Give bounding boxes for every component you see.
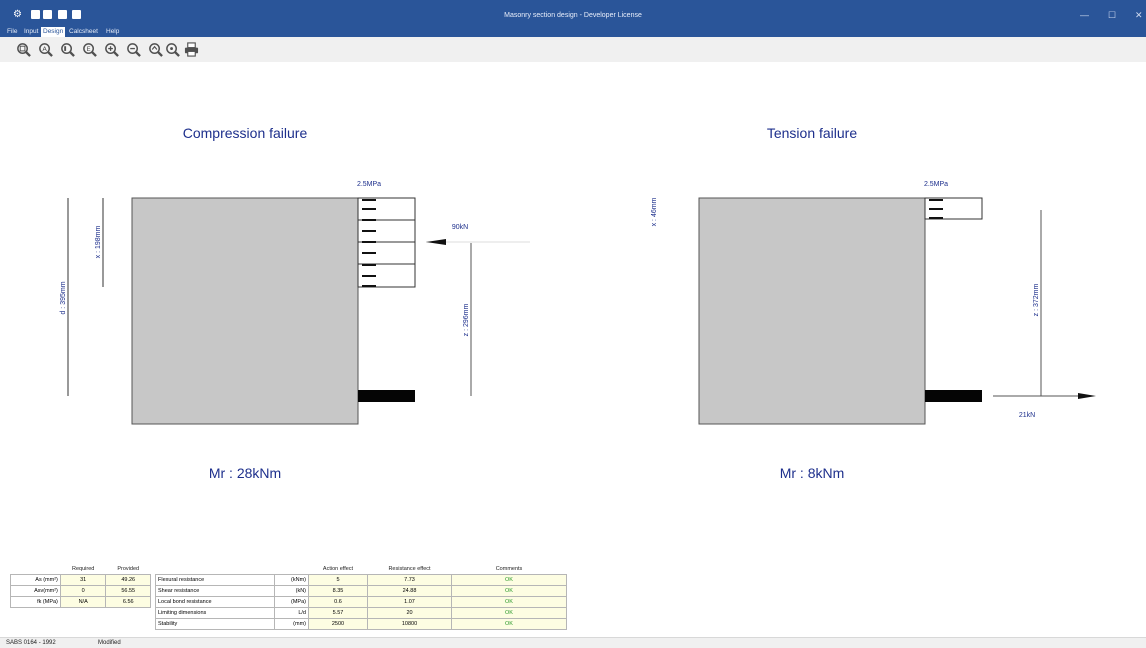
check-unit: (kNm) — [274, 574, 309, 586]
table-row: Shear resistance (kN) 8.35 24.88 OK — [155, 585, 567, 597]
resistance-effect-cell: 7.73 — [367, 574, 452, 586]
toolbar: A E — [0, 37, 1146, 62]
compression-force-label: 90kN — [452, 224, 468, 231]
table-row: Limiting dimensions L/d 5.57 20 OK — [155, 607, 567, 619]
check-unit: L/d — [274, 607, 309, 619]
check-label: Shear resistance — [155, 585, 275, 597]
compression-force-arrow-icon — [426, 239, 446, 245]
check-unit: (MPa) — [274, 596, 309, 608]
check-label: Local bond resistance — [155, 596, 275, 608]
comment-cell: OK — [451, 607, 567, 619]
zoom-all-icon[interactable]: A — [38, 42, 53, 57]
compression-reinforcement-bar — [358, 390, 415, 402]
row-label: Asv(mm²) — [10, 585, 61, 597]
checks-header-action: Action effect — [322, 566, 354, 572]
pan-icon[interactable] — [165, 42, 180, 57]
compression-moment-label: Mr : 28kNm — [209, 465, 281, 481]
action-effect-cell: 2500 — [308, 618, 368, 630]
table-row: fk (MPa) N/A 6.56 — [10, 596, 151, 608]
zoom-previous-icon[interactable] — [148, 42, 163, 57]
table-row: Stability (mm) 2500 10800 OK — [155, 618, 567, 630]
reinforcement-header-provided: Provided — [117, 566, 140, 572]
checks-header-label — [156, 565, 275, 575]
row-label: As (mm²) — [10, 574, 61, 586]
compression-failure-title: Compression failure — [183, 125, 308, 141]
menu-calcsheet[interactable]: Calcsheet — [67, 27, 100, 37]
tension-z-label: z : 372mm — [1033, 283, 1040, 316]
zoom-window-icon[interactable] — [16, 42, 31, 57]
menu-file[interactable]: File — [5, 27, 19, 37]
close-button[interactable]: ✕ — [1135, 10, 1143, 21]
table-row: Flexural resistance (kNm) 5 7.73 OK — [155, 574, 567, 586]
reinforcement-header-required: Required — [72, 566, 95, 572]
compression-d-label: d : 395mm — [60, 281, 67, 314]
zoom-out-icon[interactable] — [126, 42, 141, 57]
tension-failure-title: Tension failure — [767, 125, 857, 141]
action-effect-cell: 8.35 — [308, 585, 368, 597]
compression-stress-label: 2.5MPa — [357, 181, 381, 188]
reinforcement-header-blank — [11, 565, 61, 575]
comment-cell: OK — [451, 585, 567, 597]
check-label: Limiting dimensions — [155, 607, 275, 619]
tension-moment-label: Mr : 8kNm — [780, 465, 845, 481]
design-checks-table: Action effect Resistance effect Comments… — [155, 565, 567, 630]
checks-header-resistance: Resistance effect — [388, 566, 431, 572]
minimize-button[interactable]: — — [1080, 10, 1089, 20]
tension-reinforcement-bar — [925, 390, 982, 402]
table-row: Asv(mm²) 0 56.55 — [10, 585, 151, 597]
menu-help[interactable]: Help — [104, 27, 121, 37]
resistance-effect-cell: 1.07 — [367, 596, 452, 608]
svg-text:A: A — [42, 45, 47, 53]
action-effect-cell: 0.6 — [308, 596, 368, 608]
tension-force-arrow-icon — [1078, 393, 1096, 399]
table-row: As (mm²) 31 49.26 — [10, 574, 151, 586]
tension-stress-label: 2.5MPa — [924, 181, 948, 188]
check-label: Flexural resistance — [155, 574, 275, 586]
resistance-effect-cell: 24.88 — [367, 585, 452, 597]
status-bar: SABS 0164 - 1992 Modified — [0, 637, 1146, 648]
resistance-effect-cell: 20 — [367, 607, 452, 619]
compression-section-block — [131, 197, 359, 425]
checks-header-comments: Comments — [495, 566, 523, 572]
svg-text:E: E — [86, 45, 90, 53]
zoom-in-icon[interactable] — [104, 42, 119, 57]
row-label: fk (MPa) — [10, 596, 61, 608]
check-label: Stability — [155, 618, 275, 630]
required-cell: 0 — [59, 585, 107, 597]
provided-cell: 49.26 — [105, 574, 151, 586]
tension-section-block — [698, 197, 926, 425]
checks-header-unit — [275, 565, 309, 575]
zoom-left-icon[interactable] — [60, 42, 75, 57]
check-unit: (kN) — [274, 585, 309, 597]
comment-cell: OK — [451, 596, 567, 608]
resistance-effect-cell: 10800 — [367, 618, 452, 630]
reinforcement-table: Required Provided As (mm²) 31 49.26 Asv(… — [10, 565, 151, 608]
zoom-extents-icon[interactable]: E — [82, 42, 97, 57]
menu-design[interactable]: Design — [41, 27, 66, 37]
action-effect-cell: 5.57 — [308, 607, 368, 619]
title-bar: ⚙ Masonry section design - Developer Lic… — [0, 0, 1146, 37]
compression-x-label: x : 198mm — [95, 225, 102, 258]
compression-z-label: z : 296mm — [463, 303, 470, 336]
print-icon[interactable] — [184, 42, 199, 57]
maximize-button[interactable]: ☐ — [1108, 10, 1116, 21]
action-effect-cell: 5 — [308, 574, 368, 586]
comment-cell: OK — [451, 574, 567, 586]
required-cell: N/A — [59, 596, 107, 608]
required-cell: 31 — [59, 574, 107, 586]
tension-force-label: 21kN — [1019, 412, 1035, 419]
design-canvas: Compression failure x : 198mm d : 395mm … — [0, 62, 1146, 562]
check-unit: (mm) — [274, 618, 309, 630]
provided-cell: 6.56 — [105, 596, 151, 608]
comment-cell: OK — [451, 618, 567, 630]
menu-input[interactable]: Input — [22, 27, 40, 37]
window-title: Masonry section design - Developer Licen… — [504, 12, 642, 19]
table-row: Local bond resistance (MPa) 0.6 1.07 OK — [155, 596, 567, 608]
provided-cell: 56.55 — [105, 585, 151, 597]
tension-x-label: x : 46mm — [651, 197, 658, 226]
